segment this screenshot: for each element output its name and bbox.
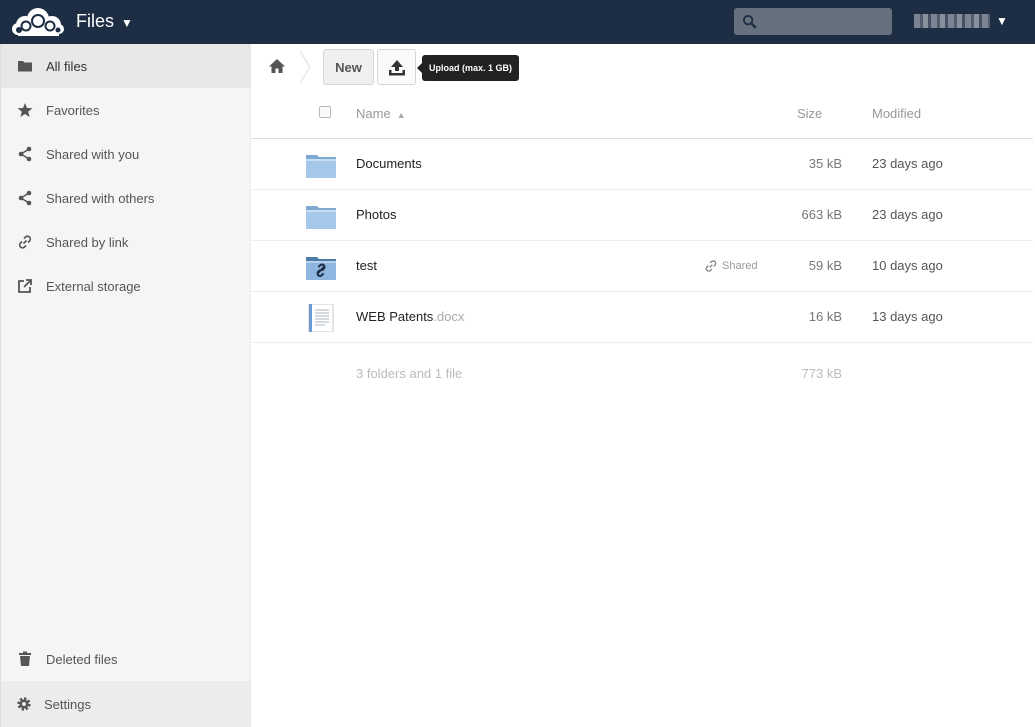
share-icon — [18, 146, 32, 162]
share-icon — [18, 190, 32, 206]
folder-icon — [306, 155, 336, 178]
sidebar-item-label: External storage — [46, 279, 141, 294]
shared-status[interactable]: Shared — [704, 259, 757, 273]
file-size: 59 kB — [808, 258, 842, 273]
sidebar-item-label: All files — [46, 59, 88, 74]
caret-down-icon: ▼ — [996, 14, 1008, 28]
sidebar-item-all-files[interactable]: All files — [1, 44, 251, 88]
file-size: 663 kB — [801, 207, 842, 222]
star-icon — [17, 103, 33, 117]
upload-tooltip: Upload (max. 1 GB) — [416, 55, 520, 81]
file-modified: 23 days ago — [872, 156, 943, 171]
search-box[interactable] — [734, 8, 892, 35]
link-icon — [18, 235, 32, 249]
sort-ascending-icon: ▲ — [396, 110, 406, 120]
file-name[interactable]: Photos — [356, 207, 396, 222]
sidebar-item-shared-with-you[interactable]: Shared with you — [1, 132, 251, 176]
sidebar-item-label: Shared by link — [46, 235, 129, 250]
file-basename: Documents — [356, 156, 422, 171]
upload-icon — [389, 60, 405, 76]
search-icon — [742, 14, 757, 29]
column-header-modified[interactable]: Modified — [872, 106, 921, 121]
sidebar-item-label: Favorites — [46, 103, 100, 118]
app-title: Files — [76, 11, 115, 31]
link-icon — [705, 260, 717, 272]
sidebar-item-favorites[interactable]: Favorites — [1, 88, 251, 132]
column-header-name[interactable]: Name ▲ — [356, 106, 406, 121]
shared-link-folder-icon — [306, 257, 336, 280]
file-list-header: Name ▲ Size Modified — [251, 91, 1033, 139]
file-list-summary: 3 folders and 1 file 773 kB — [251, 362, 1033, 386]
trash-icon — [19, 651, 31, 666]
table-row[interactable]: test Shared 59 kB 10 days ago — [251, 241, 1033, 292]
table-row[interactable]: Photos 663 kB 23 days ago — [251, 190, 1033, 241]
caret-down-icon: ▼ — [121, 15, 133, 30]
sidebar-item-label: Settings — [44, 697, 91, 712]
select-all-checkbox[interactable] — [319, 106, 331, 118]
sidebar-item-shared-with-others[interactable]: Shared with others — [1, 176, 251, 220]
file-modified: 10 days ago — [872, 258, 943, 273]
summary-label: 3 folders and 1 file — [356, 366, 463, 381]
owncloud-logo-icon[interactable] — [12, 7, 64, 37]
app-menu[interactable]: Files ▼ — [76, 11, 133, 32]
upload-button[interactable] — [377, 49, 416, 85]
file-name[interactable]: WEB Patents.docx — [356, 309, 464, 324]
column-header-size[interactable]: Size — [797, 106, 822, 121]
file-basename: WEB Patents — [356, 309, 434, 324]
sidebar-item-deleted-files[interactable]: Deleted files — [1, 637, 251, 681]
top-bar: Files ▼ ▼ — [0, 0, 1035, 44]
column-header-label: Name — [356, 106, 391, 121]
folder-icon — [18, 61, 32, 72]
file-size: 35 kB — [808, 156, 842, 171]
user-name-obscured — [914, 14, 990, 28]
new-button[interactable]: New — [323, 49, 374, 85]
shared-label: Shared — [722, 260, 758, 272]
file-basename: test — [356, 258, 377, 273]
table-row[interactable]: Documents 35 kB 23 days ago — [251, 139, 1033, 190]
breadcrumb-separator — [299, 50, 311, 84]
file-modified: 13 days ago — [872, 309, 943, 324]
document-icon — [308, 304, 334, 332]
file-basename: Photos — [356, 207, 397, 222]
file-modified: 23 days ago — [872, 207, 943, 222]
sidebar-item-label: Deleted files — [46, 652, 118, 667]
sidebar-item-label: Shared with you — [46, 147, 140, 162]
sidebar-item-external-storage[interactable]: External storage — [1, 264, 251, 308]
user-menu[interactable]: ▼ — [914, 14, 1008, 28]
summary-size: 773 kB — [801, 366, 842, 381]
table-row[interactable]: WEB Patents.docx 16 kB 13 days ago — [251, 292, 1033, 343]
file-extension: .docx — [433, 309, 465, 324]
gear-icon — [17, 697, 31, 711]
external-icon — [18, 279, 32, 293]
file-size: 16 kB — [808, 309, 842, 324]
file-name[interactable]: test — [356, 258, 377, 273]
folder-icon — [306, 206, 336, 229]
sidebar-item-shared-by-link[interactable]: Shared by link — [1, 220, 251, 264]
sidebar-item-label: Shared with others — [46, 191, 155, 206]
home-icon[interactable] — [268, 57, 286, 75]
file-name[interactable]: Documents — [356, 156, 422, 171]
search-input[interactable] — [734, 8, 892, 35]
sidebar: All files Favorites Shared with you Shar… — [0, 44, 251, 727]
settings-button[interactable]: Settings — [1, 681, 251, 727]
